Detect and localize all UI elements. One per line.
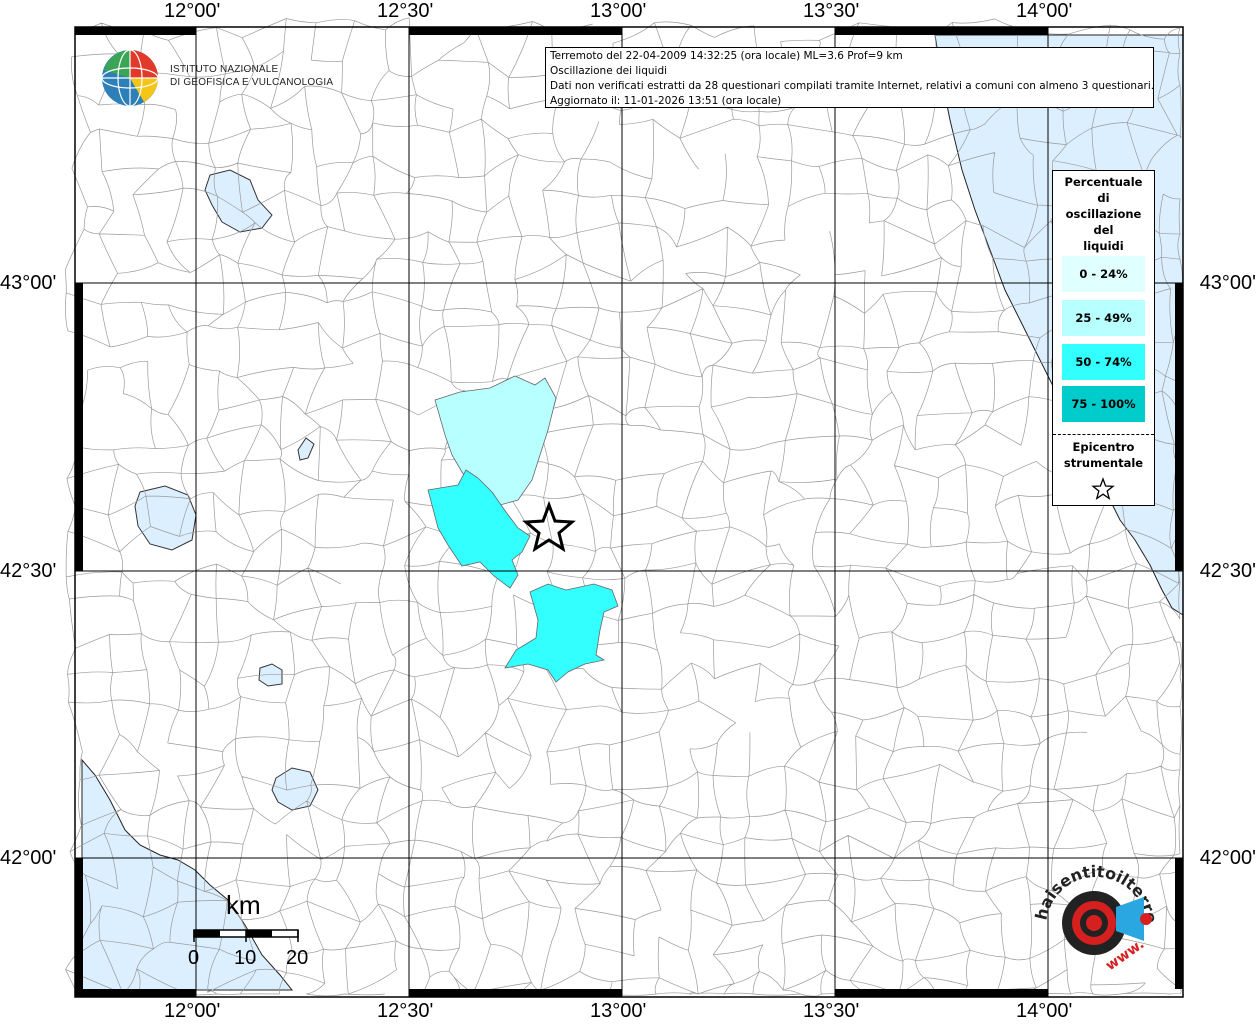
lat-tick-left-3: 42°00' — [0, 847, 57, 869]
legend-title-line2: di — [1097, 191, 1110, 205]
legend-separator — [1053, 434, 1154, 435]
legend-title-line5: liquidi — [1083, 239, 1124, 253]
lat-tick-right-1: 43°00' — [1199, 272, 1256, 294]
ingv-name-line1: ISTITUTO NAZIONALE — [170, 64, 279, 75]
ingv-globe-icon — [101, 49, 159, 107]
lat-tick-right-2: 42°30' — [1199, 560, 1256, 582]
event-info-box: Terremoto del 22-04-2009 14:32:25 (ora l… — [545, 47, 1154, 108]
lon-tick-top-1: 12°00' — [164, 0, 221, 22]
lon-tick-bottom-5: 14°00' — [1016, 1000, 1073, 1022]
scale-label-10: 10 — [234, 947, 256, 969]
legend-class-2: 25 - 49% — [1062, 300, 1145, 336]
lat-tick-left-1: 43°00' — [0, 272, 57, 294]
scale-label-20: 20 — [286, 947, 308, 969]
lon-tick-bottom-3: 13°00' — [590, 1000, 647, 1022]
haisentito-logo-icon: haisentitoilterremoto.it www. — [1034, 855, 1161, 974]
event-info-line4: Aggiornato il: 11-01-2026 13:51 (ora loc… — [550, 95, 782, 107]
lat-tick-right-3: 42°00' — [1199, 847, 1256, 869]
legend-star-icon — [1091, 477, 1115, 501]
scale-label-0: 0 — [188, 947, 199, 969]
legend-class-1: 0 - 24% — [1062, 256, 1145, 292]
lon-tick-top-2: 12°30' — [377, 0, 434, 22]
legend-title: Percentuale di oscillazione del liquidi — [1053, 174, 1154, 254]
legend-class-3: 50 - 74% — [1062, 344, 1145, 380]
legend: Percentuale di oscillazione del liquidi … — [1052, 170, 1155, 506]
event-info-line3: Dati non verificati estratti da 28 quest… — [550, 80, 1154, 92]
legend-class-4: 75 - 100% — [1062, 386, 1145, 422]
lon-tick-top-3: 13°00' — [590, 0, 647, 22]
lon-tick-top-5: 14°00' — [1016, 0, 1073, 22]
legend-title-line4: del — [1093, 223, 1114, 237]
legend-title-line1: Percentuale — [1064, 175, 1143, 189]
lon-tick-top-4: 13°30' — [803, 0, 860, 22]
event-info-line1: Terremoto del 22-04-2009 14:32:25 (ora l… — [550, 50, 903, 62]
legend-title-line3: oscillazione — [1065, 207, 1142, 221]
legend-epicenter-line1: Epicentro — [1072, 440, 1135, 454]
legend-epicenter-label: Epicentro strumentale — [1053, 439, 1154, 471]
lon-tick-bottom-4: 13°30' — [803, 1000, 860, 1022]
ingv-name-line2: DI GEOFISICA E VULCANOLOGIA — [170, 77, 334, 88]
ingv-name: ISTITUTO NAZIONALE DI GEOFISICA E VULCAN… — [170, 63, 333, 89]
scale-unit: km — [226, 890, 261, 920]
legend-epicenter-line2: strumentale — [1063, 456, 1144, 470]
lat-tick-left-2: 42°30' — [0, 560, 57, 582]
scale-bar: km 0 10 20 — [188, 890, 318, 974]
lon-tick-bottom-2: 12°30' — [377, 1000, 434, 1022]
lon-tick-bottom-1: 12°00' — [164, 1000, 221, 1022]
event-info-line2: Oscillazione dei liquidi — [550, 65, 668, 77]
